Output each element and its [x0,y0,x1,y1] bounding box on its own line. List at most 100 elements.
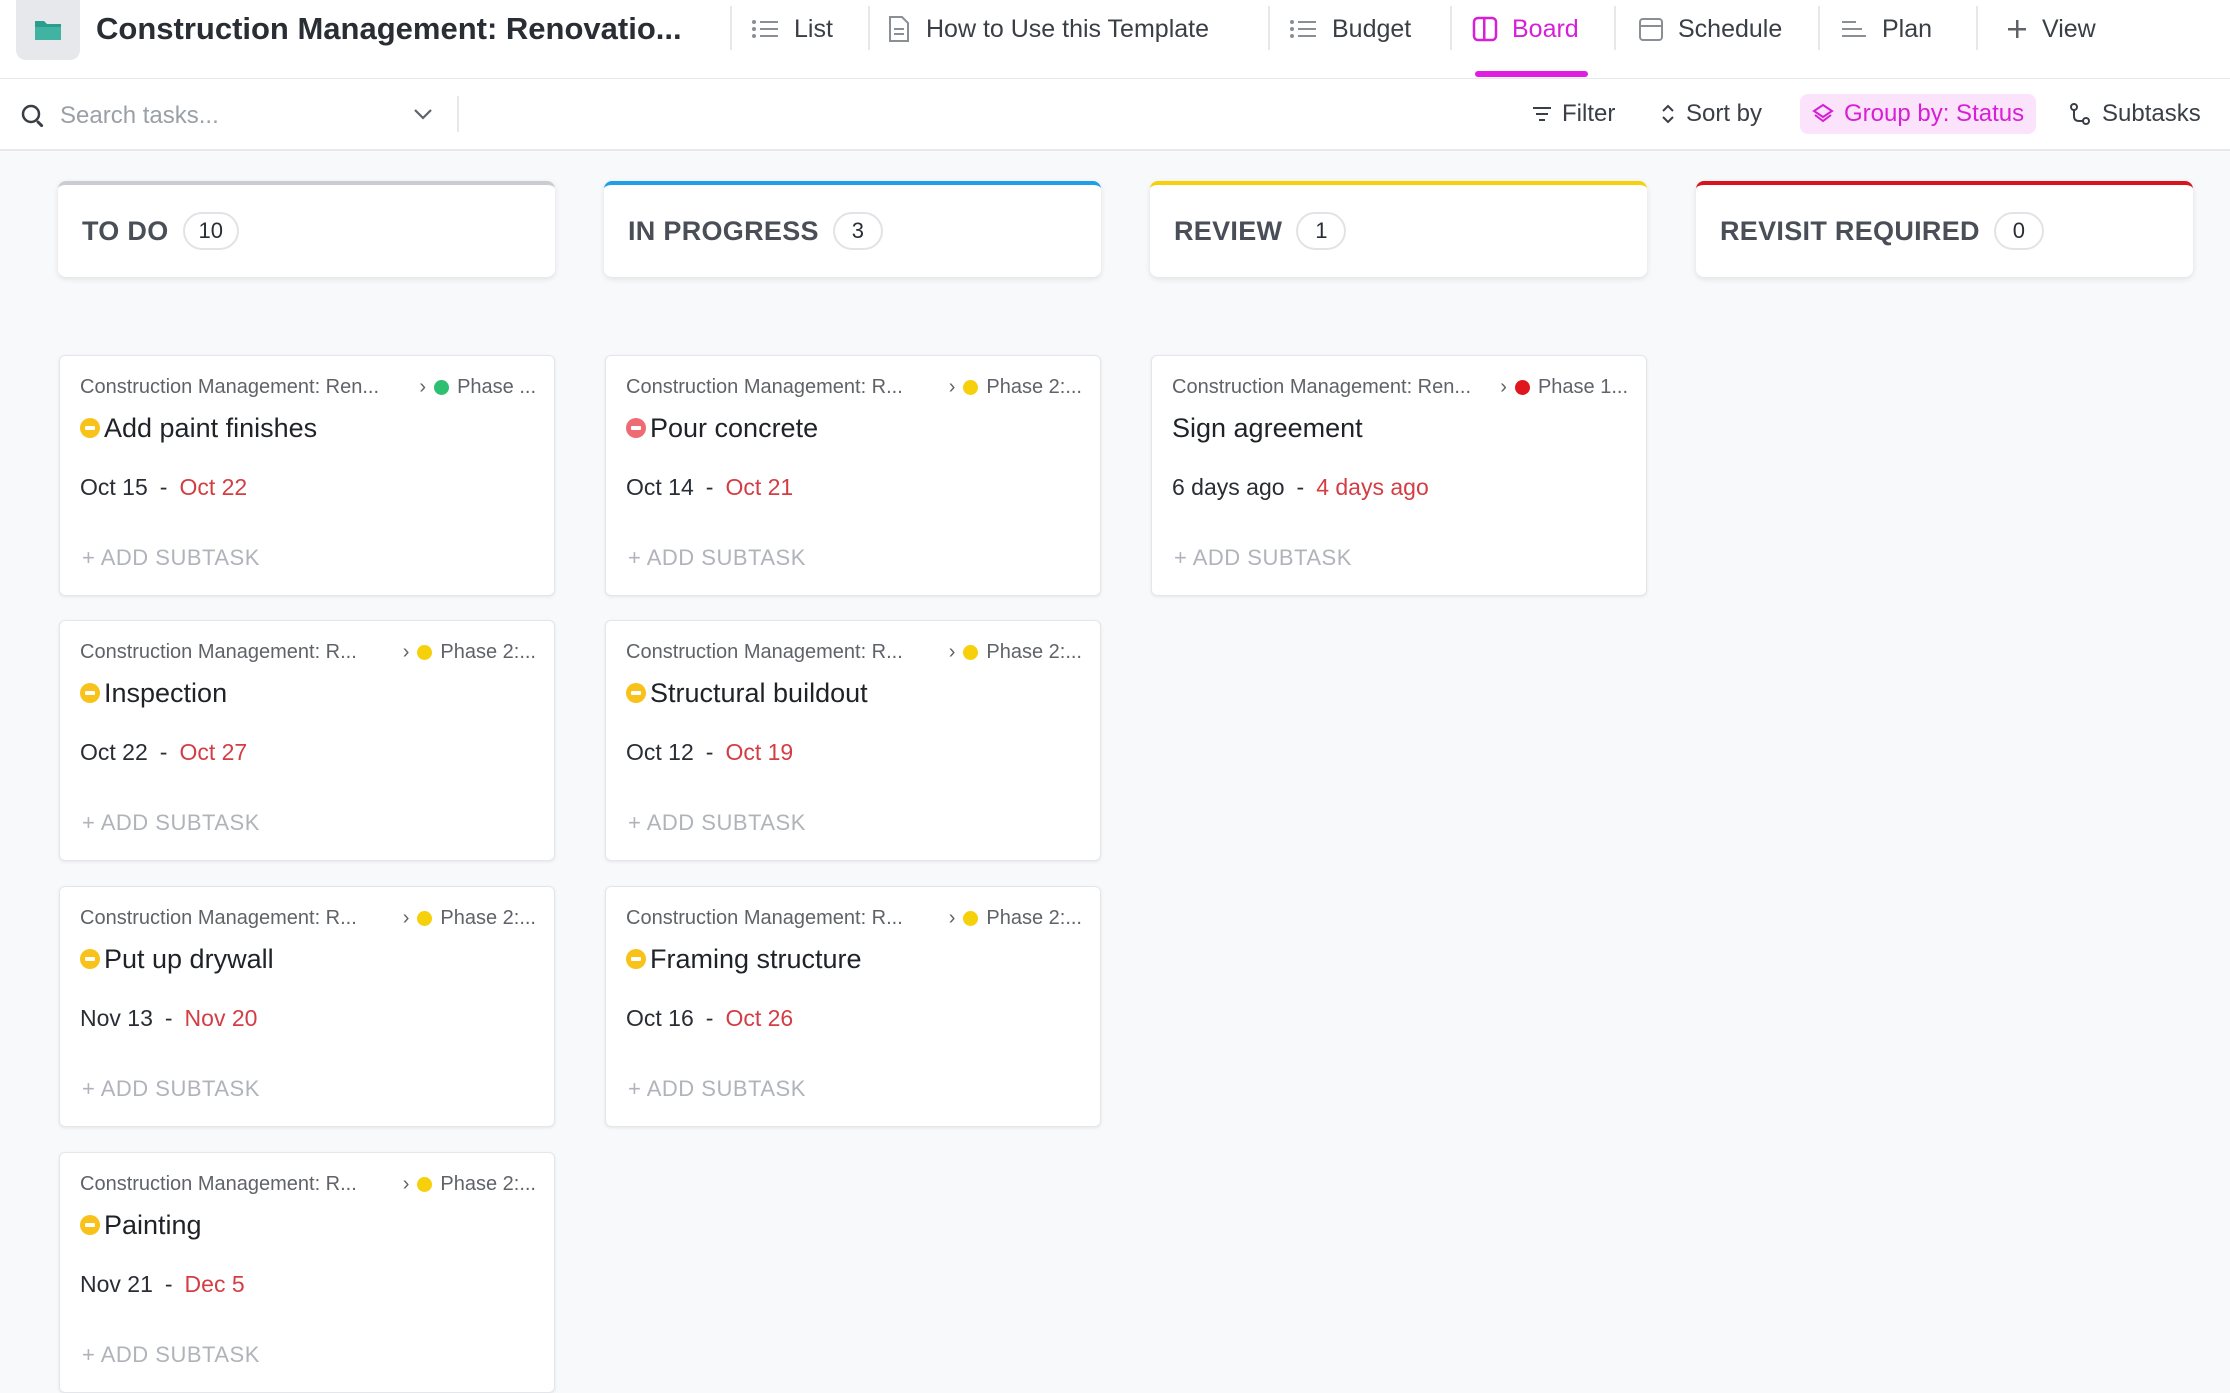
chevron-right-icon: › [402,640,410,663]
date-separator: - [159,473,168,500]
chevron-down-icon[interactable] [410,101,436,127]
tab-how-to-use[interactable]: How to Use this Template [886,0,1209,58]
tab-divider [1818,6,1820,50]
task-title-row: Sign agreement [1172,406,1363,450]
column-header[interactable]: REVISIT REQUIRED 0 [1696,181,2193,277]
tab-list[interactable]: List [750,0,833,58]
tab-divider [1976,6,1978,50]
subtasks-button[interactable]: Subtasks [2068,94,2201,134]
add-view-button[interactable]: View [2006,0,2096,58]
task-title[interactable]: Framing structure [650,944,862,975]
search-bar [20,98,400,134]
tab-divider [1614,6,1616,50]
task-breadcrumb[interactable]: Construction Management: R... › Phase 2:..… [626,633,1082,671]
phase-name: Phase 2:... [440,1172,536,1195]
task-card[interactable]: Construction Management: R... › Phase 2:..… [59,1152,555,1393]
priority-status-icon[interactable] [80,418,100,438]
task-breadcrumb[interactable]: Construction Management: Ren... › Phase 1.… [1172,368,1628,406]
column-title: TO DO [82,215,169,246]
task-title[interactable]: Pour concrete [650,413,818,444]
task-breadcrumb[interactable]: Construction Management: R... › Phase 2:..… [80,899,536,937]
task-breadcrumb[interactable]: Construction Management: R... › Phase 2:..… [80,1165,536,1203]
start-date: Oct 22 [80,738,148,765]
task-breadcrumb[interactable]: Construction Management: R... › Phase 2:..… [626,368,1082,406]
date-separator: - [705,738,714,765]
task-card[interactable]: Construction Management: Ren... › Phase 1.… [1151,355,1647,596]
due-date: Nov 20 [184,1004,258,1031]
task-dates[interactable]: Nov 21- Dec 5 [80,1266,245,1302]
tab-label: List [794,14,833,43]
phase-name: Phase 1... [1537,375,1628,398]
task-breadcrumb[interactable]: Construction Management: R... › Phase 2:..… [80,633,536,671]
add-subtask-button[interactable]: + ADD SUBTASK [1174,542,1352,574]
sort-label: Sort by [1686,100,1763,127]
phase-color-dot [963,644,979,660]
task-dates[interactable]: Oct 12- Oct 19 [626,734,793,770]
date-separator: - [1296,473,1305,500]
add-subtask-button[interactable]: + ADD SUBTASK [82,1073,260,1105]
column-header[interactable]: TO DO 10 [58,181,555,277]
task-card[interactable]: Construction Management: R... › Phase 2:..… [605,620,1101,861]
gantt-icon [1842,21,1866,37]
task-dates[interactable]: Oct 15- Oct 22 [80,469,247,505]
tab-board[interactable]: Board [1472,0,1579,58]
tab-label: Budget [1332,14,1412,43]
priority-status-icon[interactable] [80,1215,100,1235]
group-by-button[interactable]: Group by: Status [1800,94,2037,134]
tab-plan[interactable]: Plan [1840,0,1932,58]
task-breadcrumb[interactable]: Construction Management: R... › Phase 2:..… [626,899,1082,937]
calendar-icon [1639,18,1663,41]
task-title[interactable]: Structural buildout [650,678,868,709]
task-card[interactable]: Construction Management: R... › Phase 2:..… [59,886,555,1127]
task-dates[interactable]: 6 days ago -4 days ago [1172,469,1429,505]
task-card[interactable]: Construction Management: R... › Phase 2:..… [605,355,1101,596]
tab-budget[interactable]: Budget [1288,0,1411,58]
due-date: Oct 19 [725,738,794,765]
layers-icon [1812,103,1834,123]
task-title[interactable]: Put up drywall [104,944,274,975]
task-count-badge: 3 [832,212,883,250]
group-by-label: Group by: Status [1844,100,2025,127]
list-name: Construction Management: Ren... [80,375,380,398]
plus-icon [2008,20,2026,38]
priority-status-icon[interactable] [626,683,646,703]
add-subtask-button[interactable]: + ADD SUBTASK [628,1073,806,1105]
task-card[interactable]: Construction Management: R... › Phase 2:..… [59,620,555,861]
column-title: IN PROGRESS [628,215,819,246]
add-subtask-button[interactable]: + ADD SUBTASK [628,807,806,839]
task-dates[interactable]: Oct 16- Oct 26 [626,1000,793,1036]
search-input[interactable] [60,102,400,130]
task-card[interactable]: Construction Management: Ren... › Phase ..… [59,355,555,596]
task-card[interactable]: Construction Management: R... › Phase 2:..… [605,886,1101,1127]
start-date: Oct 16 [626,1004,694,1031]
task-dates[interactable]: Oct 14- Oct 21 [626,469,793,505]
task-title[interactable]: Painting [104,1210,202,1241]
add-subtask-button[interactable]: + ADD SUBTASK [82,807,260,839]
column-header[interactable]: IN PROGRESS 3 [604,181,1101,277]
task-title[interactable]: Inspection [104,678,227,709]
sort-button[interactable]: Sort by [1660,94,1762,134]
phase-color-dot [417,1176,433,1192]
tab-schedule[interactable]: Schedule [1638,0,1782,58]
priority-status-icon[interactable] [80,949,100,969]
priority-status-icon[interactable] [80,683,100,703]
priority-status-icon[interactable] [626,418,646,438]
add-subtask-button[interactable]: + ADD SUBTASK [82,1339,260,1371]
task-title[interactable]: Sign agreement [1172,413,1363,444]
date-separator: - [705,1004,714,1031]
due-date: Oct 22 [179,473,248,500]
folder-icon[interactable] [16,0,80,60]
task-breadcrumb[interactable]: Construction Management: Ren... › Phase ..… [80,368,536,406]
chevron-right-icon: › [402,906,410,929]
task-title-row: Structural buildout [626,671,868,715]
priority-status-icon[interactable] [626,949,646,969]
add-subtask-button[interactable]: + ADD SUBTASK [628,542,806,574]
tab-label: Board [1512,14,1579,43]
task-title[interactable]: Add paint finishes [104,413,317,444]
column-header[interactable]: REVIEW 1 [1150,181,1647,277]
tab-divider [868,6,870,50]
task-dates[interactable]: Oct 22- Oct 27 [80,734,247,770]
add-subtask-button[interactable]: + ADD SUBTASK [82,542,260,574]
task-dates[interactable]: Nov 13- Nov 20 [80,1000,257,1036]
filter-button[interactable]: Filter [1532,94,1615,134]
